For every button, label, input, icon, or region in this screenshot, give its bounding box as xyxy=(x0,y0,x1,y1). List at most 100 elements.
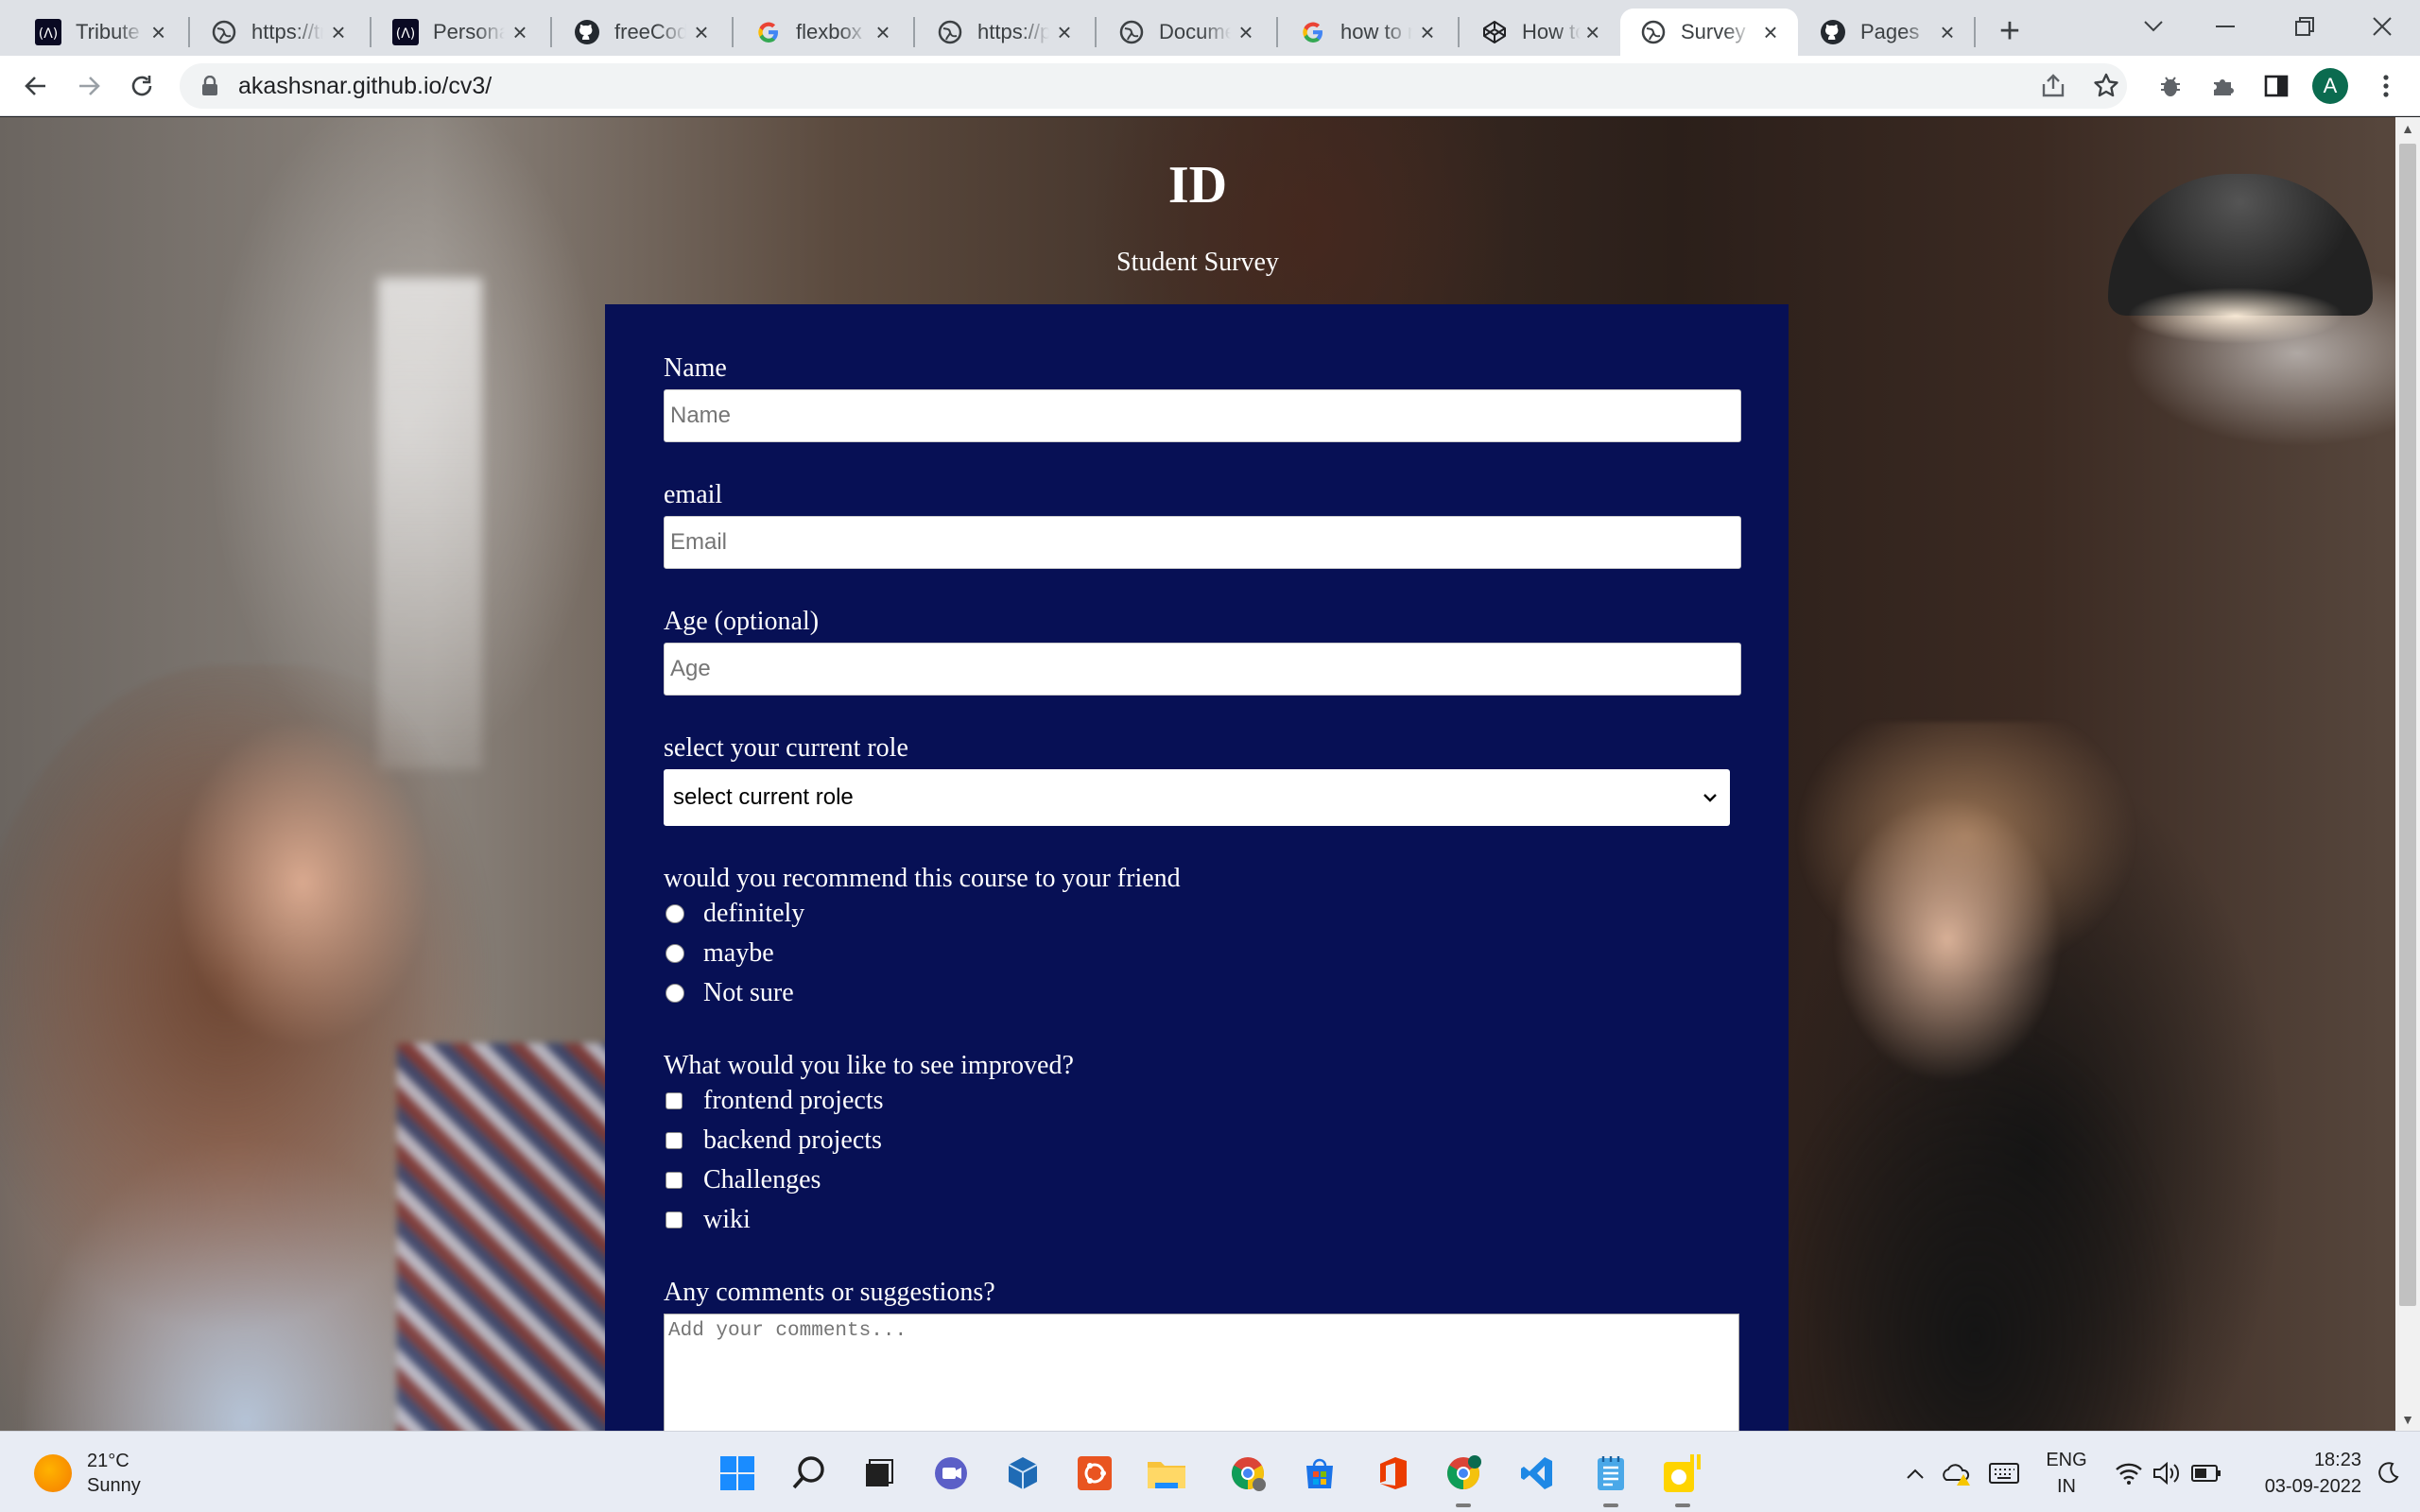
minimize-icon[interactable] xyxy=(2203,8,2248,45)
forward-arrow-icon[interactable] xyxy=(70,67,108,105)
lock-icon[interactable] xyxy=(197,73,223,99)
battery-icon[interactable] xyxy=(2187,1451,2225,1496)
language-indicator[interactable]: ENG IN xyxy=(2038,1447,2095,1500)
chrome-profile-icon[interactable] xyxy=(1225,1451,1270,1496)
radio-button[interactable] xyxy=(666,904,684,923)
weather-description: Sunny xyxy=(87,1475,141,1496)
tab-flexbox-search[interactable]: flexbox - Google × xyxy=(735,9,910,56)
tab-search-chevron-icon[interactable] xyxy=(2131,8,2176,45)
comments-group: Any comments or suggestions? Add your co… xyxy=(664,1278,1789,1431)
menu-kebab-icon[interactable] xyxy=(2367,67,2405,105)
tab-strip: (Λ) Tribute Page × https://tributepage ×… xyxy=(0,0,2420,56)
restore-icon[interactable] xyxy=(2282,8,2327,45)
keyboard-icon[interactable] xyxy=(1985,1451,2023,1496)
bookmark-star-icon[interactable] xyxy=(2087,67,2125,105)
svg-text:(Λ): (Λ) xyxy=(396,26,416,42)
tab-freecodecamp[interactable]: freeCodeCamp × xyxy=(554,9,729,56)
browser-toolbar: akashsnar.github.io/cv3/ A xyxy=(0,56,2420,116)
tab-portfolio[interactable]: (Λ) Personal Portfolio × xyxy=(372,9,547,56)
onedrive-warning-icon[interactable] xyxy=(1938,1451,1976,1496)
checkbox[interactable] xyxy=(666,1132,683,1149)
checkbox[interactable] xyxy=(666,1092,683,1109)
profile-avatar[interactable]: A xyxy=(2312,68,2348,104)
globe-icon xyxy=(1639,18,1668,46)
comments-textarea[interactable]: Add your comments... xyxy=(664,1314,1739,1431)
windows-start-icon[interactable] xyxy=(715,1451,760,1496)
checkbox-option[interactable]: backend projects xyxy=(664,1121,1789,1160)
close-icon[interactable]: × xyxy=(687,20,716,44)
close-icon[interactable]: × xyxy=(1756,20,1785,44)
search-icon[interactable] xyxy=(786,1451,832,1496)
radio-option[interactable]: Not sure xyxy=(664,973,1789,1013)
tab-document[interactable]: Document × xyxy=(1098,9,1273,56)
close-icon[interactable]: × xyxy=(1050,20,1079,44)
checkbox[interactable] xyxy=(666,1211,683,1228)
radio-option[interactable]: maybe xyxy=(664,934,1789,973)
volume-icon[interactable] xyxy=(2150,1451,2184,1496)
name-input[interactable]: Name xyxy=(664,389,1741,442)
role-dropdown[interactable]: select current role xyxy=(664,769,1730,826)
tab-survey-form[interactable]: Survey Form × xyxy=(1620,9,1798,56)
side-panel-icon[interactable] xyxy=(2257,67,2295,105)
new-tab-button[interactable]: + xyxy=(1991,13,2029,51)
close-icon[interactable]: × xyxy=(1413,20,1442,44)
share-icon[interactable] xyxy=(2034,67,2072,105)
ubuntu-icon[interactable] xyxy=(1072,1451,1117,1496)
tab-how-to-make[interactable]: how to make × xyxy=(1280,9,1455,56)
radio-option[interactable]: definitely xyxy=(664,894,1789,934)
bug-extension-icon[interactable] xyxy=(2152,67,2189,105)
scrollbar-thumb[interactable] xyxy=(2399,144,2416,1306)
tab-pages[interactable]: Pages × xyxy=(1800,9,1975,56)
weather-temperature: 21°C xyxy=(87,1451,130,1471)
address-bar[interactable]: akashsnar.github.io/cv3/ xyxy=(180,63,2127,109)
close-icon[interactable]: × xyxy=(145,20,172,44)
tab-page-url[interactable]: https://page × xyxy=(917,9,1092,56)
tab-tribute[interactable]: (Λ) Tribute Page × xyxy=(15,9,185,56)
player-app-icon[interactable] xyxy=(1660,1451,1705,1507)
checkbox-option[interactable]: wiki xyxy=(664,1200,1789,1240)
close-icon[interactable]: × xyxy=(1933,20,1962,44)
age-input[interactable]: Age xyxy=(664,643,1741,696)
page-description: Student Survey xyxy=(1116,248,1279,277)
wifi-icon[interactable] xyxy=(2110,1451,2148,1496)
weather-widget[interactable]: 21°C Sunny xyxy=(34,1449,141,1498)
virtualbox-icon[interactable] xyxy=(1000,1451,1046,1496)
radio-button[interactable] xyxy=(666,984,684,1003)
chrome-icon[interactable] xyxy=(1441,1451,1486,1507)
back-arrow-icon[interactable] xyxy=(17,67,55,105)
page-scrollbar[interactable]: ▲ ▼ xyxy=(2395,117,2420,1431)
microsoft-store-icon[interactable] xyxy=(1297,1451,1342,1496)
email-input[interactable]: Email xyxy=(664,516,1741,569)
system-clock[interactable]: 18:23 03-09-2022 xyxy=(2238,1447,2361,1500)
reload-icon[interactable] xyxy=(123,67,161,105)
globe-icon xyxy=(1117,18,1146,46)
file-explorer-icon[interactable] xyxy=(1144,1451,1189,1496)
recommend-group: would you recommend this course to your … xyxy=(664,864,1789,1013)
background-person-right xyxy=(1758,722,2250,1431)
teams-chat-icon[interactable] xyxy=(928,1451,974,1496)
close-icon[interactable]: × xyxy=(869,20,897,44)
focus-moon-icon[interactable] xyxy=(2369,1451,2407,1496)
notepad-icon[interactable] xyxy=(1588,1451,1634,1507)
chevron-up-icon[interactable] xyxy=(1900,1451,1930,1496)
close-icon[interactable]: × xyxy=(506,20,534,44)
recommend-label: would you recommend this course to your … xyxy=(664,864,1181,893)
extensions-puzzle-icon[interactable] xyxy=(2204,67,2242,105)
scroll-up-arrow-icon[interactable]: ▲ xyxy=(2395,119,2420,138)
task-view-icon[interactable] xyxy=(856,1451,902,1496)
checkbox[interactable] xyxy=(666,1172,683,1189)
office-icon[interactable] xyxy=(1369,1451,1414,1496)
github-icon xyxy=(1819,18,1847,46)
close-icon[interactable]: × xyxy=(1581,20,1604,44)
tab-how-to[interactable]: How to × xyxy=(1461,9,1617,56)
tab-tributepage-url[interactable]: https://tributepage × xyxy=(191,9,366,56)
vscode-icon[interactable] xyxy=(1514,1451,1560,1496)
radio-button[interactable] xyxy=(666,944,684,963)
windows-taskbar: 21°C Sunny ENG IN 18:23 03-09-2022 xyxy=(0,1431,2420,1512)
scroll-down-arrow-icon[interactable]: ▼ xyxy=(2395,1410,2420,1429)
window-close-icon[interactable] xyxy=(2360,8,2405,45)
checkbox-option[interactable]: frontend projects xyxy=(664,1081,1789,1121)
close-icon[interactable]: × xyxy=(1232,20,1260,44)
checkbox-option[interactable]: Challenges xyxy=(664,1160,1789,1200)
close-icon[interactable]: × xyxy=(324,20,353,44)
